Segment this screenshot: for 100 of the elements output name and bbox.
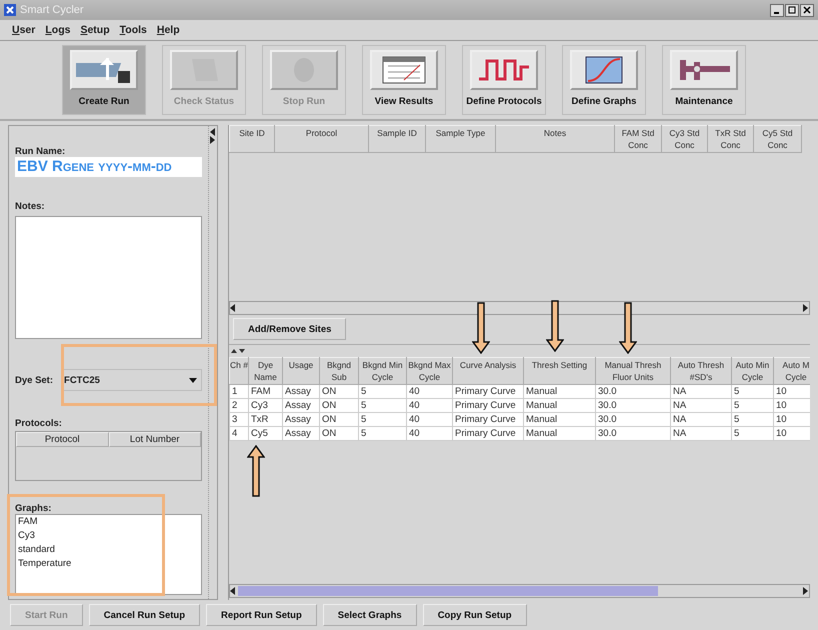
table-cell: Primary Curve [452,398,524,412]
column-header[interactable]: Auto Thresh #SD's [670,358,732,384]
column-header[interactable]: Notes [496,126,614,152]
curve-graph-icon [584,55,624,85]
table-cell: 5 [358,412,406,426]
column-header[interactable]: Bkgnd Max Cycle [406,358,452,384]
annotation-arrow [619,302,637,354]
table-cell: Primary Curve [452,426,524,440]
column-header[interactable]: Thresh Setting [524,358,596,384]
dye-set-label: Dye Set: [15,374,54,386]
table-cell: Primary Curve [452,384,524,398]
column-header[interactable]: FAM Std Conc [614,126,662,152]
column-header[interactable]: Sample Type [426,126,496,152]
horizontal-scrollbar[interactable] [229,584,810,598]
close-button[interactable] [800,4,814,16]
minimize-button[interactable] [770,4,784,16]
annotation-arrow [472,302,490,354]
column-header[interactable]: Auto Min Cycle [732,358,774,384]
table-cell: 5 [358,398,406,412]
add-remove-sites-button[interactable]: Add/Remove Sites [233,318,346,340]
graph-list-item[interactable]: Temperature [18,556,199,571]
menu-item[interactable]: Help [156,24,180,36]
graph-list-item[interactable]: FAM [18,514,199,529]
run-name-label: Run Name: [15,146,66,157]
scroll-left-arrow-icon[interactable] [230,304,236,312]
footer-button[interactable]: Cancel Run Setup [88,604,200,626]
table-cell: Assay [282,412,320,426]
dye-set-dropdown[interactable]: FCTC25 [61,369,202,392]
column-header[interactable]: Bkgnd Sub [320,358,358,384]
column-header[interactable]: Bkgnd Min Cycle [358,358,406,384]
table-chart-icon [382,56,426,84]
footer-button[interactable]: Report Run Setup [206,604,317,626]
table-cell: ON [320,384,358,398]
annotation-arrow [546,300,564,352]
scroll-right-arrow-icon[interactable] [803,304,809,312]
toolbar-button[interactable]: Maintenance [662,45,746,115]
table-cell: 5 [732,426,774,440]
table-cell: 5 [732,384,774,398]
column-header[interactable]: Sample ID [368,126,426,152]
collapse-left-arrow-icon[interactable] [210,128,216,136]
scroll-right-arrow-icon[interactable] [803,587,809,595]
column-header[interactable]: Cy3 Std Conc [662,126,708,152]
table-cell: ON [320,398,358,412]
close-icon [803,6,811,14]
table-cell: FAM [248,384,282,398]
table-cell: 40 [406,426,452,440]
window-title: Smart Cycler [20,4,85,16]
table-cell: 3 [230,412,248,426]
column-header[interactable]: Auto M Cycle [774,358,810,384]
menu-item[interactable]: Logs [45,24,70,36]
column-header[interactable]: Dye Name [248,358,282,384]
table-cell: Manual [524,426,596,440]
column-header[interactable]: Site ID [230,126,274,152]
menu-item[interactable]: Tools [120,24,147,36]
table-cell: Assay [282,384,320,398]
splitter-arrows-icon[interactable] [231,348,245,354]
table-cell: ON [320,412,358,426]
graphs-label: Graphs: [15,502,52,514]
table-cell: TxR [248,412,282,426]
column-header[interactable]: Usage [282,358,320,384]
table-cell: Cy5 [248,426,282,440]
horizontal-scrollbar[interactable] [229,301,810,315]
table-cell: NA [670,398,732,412]
table-cell: 10 [774,412,810,426]
table-cell: 40 [406,412,452,426]
scroll-left-arrow-icon[interactable] [230,587,236,595]
table-cell: Cy3 [248,398,282,412]
table-cell: 30.0 [596,426,670,440]
table-cell: NA [670,384,732,398]
toolbar-button[interactable]: Create Run [62,45,146,115]
table-cell: Manual [524,398,596,412]
toolbar-button[interactable]: View Results [362,45,446,115]
graph-list-item[interactable]: Cy3 [18,528,199,543]
expand-right-arrow-icon[interactable] [210,136,216,144]
column-header[interactable]: Lot Number [108,432,201,448]
column-header[interactable]: Protocol [16,432,108,448]
menu-item[interactable]: Setup [80,24,110,36]
table-cell: ON [320,426,358,440]
footer-button[interactable]: Select Graphs [322,604,417,626]
table-cell: 40 [406,384,452,398]
toolbar-button[interactable]: Define Graphs [562,45,646,115]
table-cell: 10 [774,398,810,412]
column-header[interactable]: TxR Std Conc [708,126,754,152]
notes-field[interactable] [15,216,202,339]
graph-list-item[interactable]: standard [18,542,199,557]
annotation-arrow [247,445,265,497]
table-cell: 1 [230,384,248,398]
table-cell: 30.0 [596,398,670,412]
toolbar-button[interactable]: Define Protocols [462,45,546,115]
maximize-button[interactable] [785,4,799,16]
table-cell: NA [670,426,732,440]
dropdown-caret-icon [189,378,197,383]
column-header[interactable]: Protocol [274,126,368,152]
menu-item[interactable]: User [12,24,36,36]
column-header[interactable]: Manual Thresh Fluor Units [596,358,670,384]
footer-button[interactable]: Copy Run Setup [422,604,527,626]
column-header[interactable]: Cy5 Std Conc [754,126,802,152]
table-cell: 5 [732,398,774,412]
column-header[interactable]: Curve Analysis [452,358,524,384]
table-cell: NA [670,412,732,426]
